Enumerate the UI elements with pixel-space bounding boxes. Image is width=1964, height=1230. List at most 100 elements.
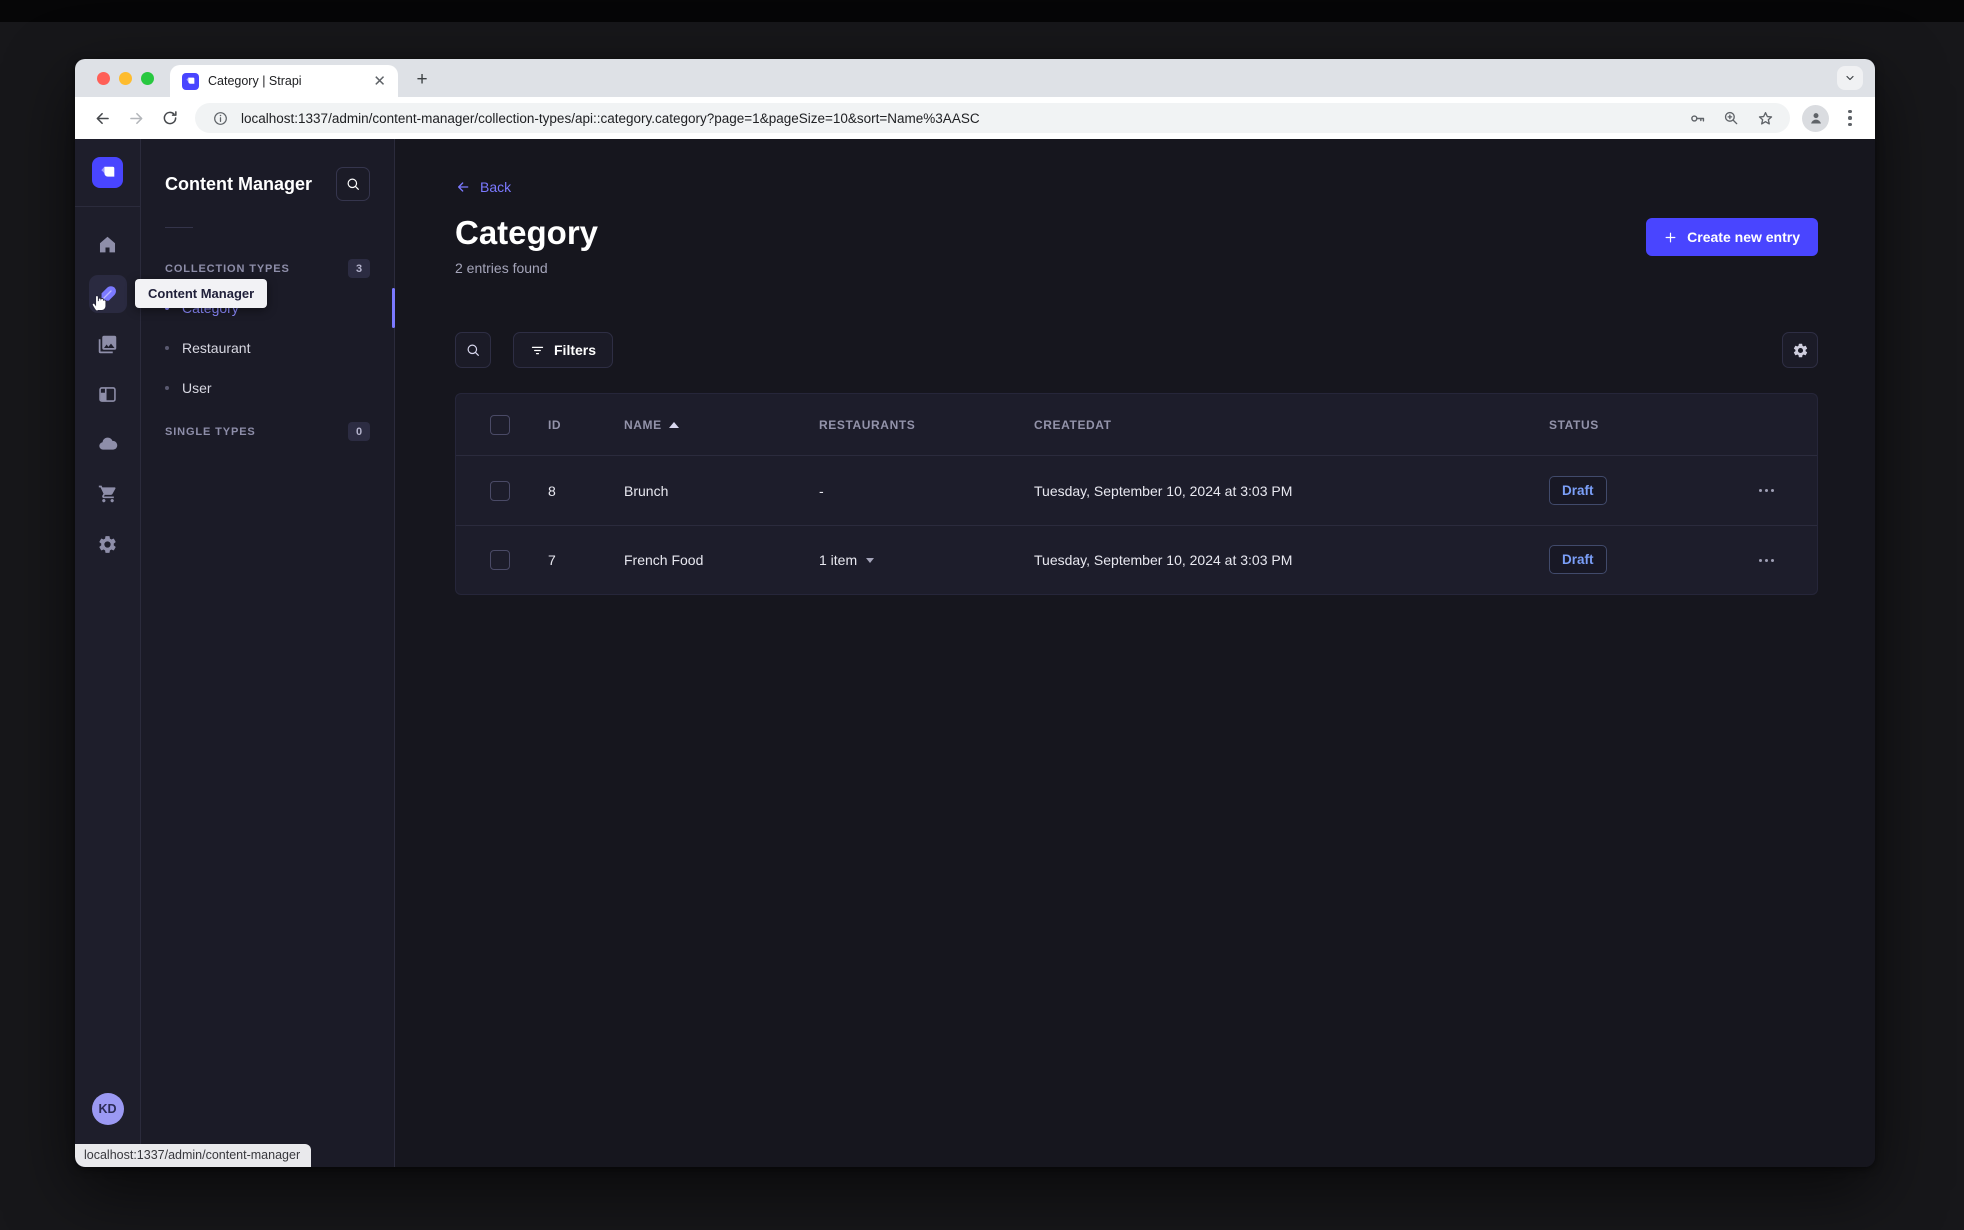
tab-close-icon[interactable]: ✕ bbox=[371, 74, 388, 89]
column-header-restaurants[interactable]: RESTAURANTS bbox=[819, 418, 1034, 432]
browser-tab[interactable]: Category | Strapi ✕ bbox=[170, 65, 398, 97]
table-header-row: ID NAME RESTAURANTS CREATEDAT STATUS bbox=[456, 394, 1817, 457]
back-arrow-icon bbox=[458, 182, 469, 192]
cell-createdat: Tuesday, September 10, 2024 at 3:03 PM bbox=[1034, 552, 1293, 569]
content-manager-tooltip: Content Manager bbox=[135, 279, 268, 308]
user-avatar[interactable]: KD bbox=[91, 1093, 124, 1125]
row-actions-button[interactable] bbox=[1759, 489, 1817, 493]
back-link[interactable]: Back bbox=[455, 177, 511, 197]
chevron-down-icon bbox=[866, 557, 875, 563]
window-controls bbox=[97, 72, 154, 85]
single-types-count-badge: 0 bbox=[348, 422, 370, 441]
subnav-search-button[interactable] bbox=[336, 167, 370, 201]
browser-tab-strip: Category | Strapi ✕ + bbox=[75, 59, 1875, 97]
layout-icon bbox=[99, 386, 116, 402]
maximize-window-button[interactable] bbox=[141, 72, 154, 85]
column-header-name[interactable]: NAME bbox=[624, 418, 819, 432]
person-icon bbox=[1810, 113, 1821, 124]
sort-ascending-icon bbox=[668, 421, 679, 428]
back-label: Back bbox=[480, 179, 512, 195]
filters-button[interactable]: Filters bbox=[513, 332, 614, 369]
column-header-status[interactable]: STATUS bbox=[1549, 418, 1753, 432]
search-icon bbox=[467, 344, 479, 357]
url-text[interactable]: localhost:1337/admin/content-manager/col… bbox=[241, 111, 1676, 126]
row-actions-button[interactable] bbox=[1759, 558, 1817, 562]
bookmark-star-icon[interactable] bbox=[1752, 105, 1778, 131]
reload-button[interactable] bbox=[155, 103, 185, 133]
media-library-nav-button[interactable] bbox=[89, 325, 127, 363]
list-view-main: Back Category 2 entries found Create new… bbox=[395, 139, 1875, 1167]
subnav-item-restaurant[interactable]: Restaurant bbox=[165, 328, 370, 368]
cell-name: Brunch bbox=[624, 482, 669, 499]
browser-menu-button[interactable] bbox=[1835, 103, 1865, 133]
browser-window: Category | Strapi ✕ + localhost:1337/adm… bbox=[75, 59, 1875, 1167]
row-checkbox[interactable] bbox=[490, 550, 510, 571]
cell-restaurants[interactable]: 1 item bbox=[819, 552, 1034, 568]
status-badge: Draft bbox=[1549, 545, 1607, 575]
collection-types-label: COLLECTION TYPES bbox=[165, 262, 290, 275]
zoom-icon[interactable] bbox=[1718, 105, 1744, 131]
cart-icon bbox=[98, 485, 115, 503]
row-checkbox[interactable] bbox=[490, 480, 510, 501]
strapi-favicon bbox=[182, 72, 199, 90]
cell-id: 7 bbox=[548, 552, 556, 569]
minimize-window-button[interactable] bbox=[119, 72, 132, 85]
bullet-icon bbox=[165, 346, 169, 350]
chevron-down-icon bbox=[1846, 75, 1854, 81]
cell-id: 8 bbox=[548, 482, 556, 499]
active-item-indicator bbox=[392, 288, 395, 328]
forward-arrow-icon bbox=[129, 112, 142, 124]
new-tab-button[interactable]: + bbox=[410, 68, 434, 92]
status-badge: Draft bbox=[1549, 475, 1607, 505]
tab-title: Category | Strapi bbox=[208, 74, 302, 88]
hand-cursor bbox=[91, 295, 107, 312]
filters-label: Filters bbox=[554, 342, 597, 359]
divider bbox=[165, 227, 193, 228]
tab-search-button[interactable] bbox=[1837, 66, 1863, 90]
subnav-item-user[interactable]: User bbox=[165, 368, 370, 408]
back-arrow-icon bbox=[96, 112, 109, 124]
content-type-builder-nav-button[interactable] bbox=[89, 375, 127, 413]
table-row[interactable]: 7 French Food 1 item Tuesday, September … bbox=[456, 525, 1817, 594]
cell-name: French Food bbox=[624, 552, 704, 569]
table-search-button[interactable] bbox=[455, 332, 491, 369]
browser-profile-avatar[interactable] bbox=[1802, 104, 1829, 132]
strapi-logo[interactable] bbox=[92, 157, 123, 188]
address-bar[interactable]: localhost:1337/admin/content-manager/col… bbox=[195, 103, 1790, 133]
subnav-item-label: Restaurant bbox=[182, 340, 251, 356]
site-info-icon[interactable] bbox=[207, 105, 233, 131]
cell-restaurants: - bbox=[819, 482, 824, 499]
strapi-app: KD Content Manager COLLECTION TYPES 3 Ca… bbox=[75, 139, 1875, 1167]
close-window-button[interactable] bbox=[97, 72, 110, 85]
create-new-entry-button[interactable]: Create new entry bbox=[1646, 218, 1818, 256]
table-row[interactable]: 8 Brunch - Tuesday, September 10, 2024 a… bbox=[456, 456, 1817, 525]
browser-toolbar: localhost:1337/admin/content-manager/col… bbox=[75, 97, 1875, 139]
search-icon bbox=[347, 178, 359, 190]
reload-icon bbox=[163, 111, 177, 125]
kebab-menu-icon bbox=[1838, 109, 1862, 127]
bullet-icon bbox=[165, 386, 169, 390]
home-nav-button[interactable] bbox=[89, 225, 127, 263]
settings-nav-button[interactable] bbox=[89, 525, 127, 563]
create-new-entry-label: Create new entry bbox=[1687, 229, 1800, 245]
marketplace-nav-button[interactable] bbox=[89, 475, 127, 513]
back-nav-button[interactable] bbox=[87, 103, 117, 133]
subnav-item-label: User bbox=[182, 380, 212, 396]
select-all-checkbox[interactable] bbox=[490, 414, 510, 435]
cloud-icon bbox=[98, 437, 117, 450]
status-bar-link-preview: localhost:1337/admin/content-manager bbox=[75, 1144, 312, 1167]
collection-types-count-badge: 3 bbox=[348, 259, 370, 278]
passwords-key-icon[interactable] bbox=[1684, 105, 1710, 131]
subnav-title: Content Manager bbox=[165, 173, 313, 194]
deploy-cloud-nav-button[interactable] bbox=[89, 425, 127, 463]
forward-nav-button[interactable] bbox=[121, 103, 151, 133]
column-header-createdat[interactable]: CREATEDAT bbox=[1034, 418, 1549, 432]
cell-createdat: Tuesday, September 10, 2024 at 3:03 PM bbox=[1034, 482, 1293, 499]
home-icon bbox=[99, 236, 116, 252]
view-settings-button[interactable] bbox=[1782, 332, 1818, 369]
images-icon bbox=[98, 335, 117, 353]
page-title: Category bbox=[455, 214, 599, 251]
column-header-id[interactable]: ID bbox=[548, 418, 624, 432]
filter-icon bbox=[531, 346, 544, 355]
single-types-label: SINGLE TYPES bbox=[165, 425, 256, 438]
